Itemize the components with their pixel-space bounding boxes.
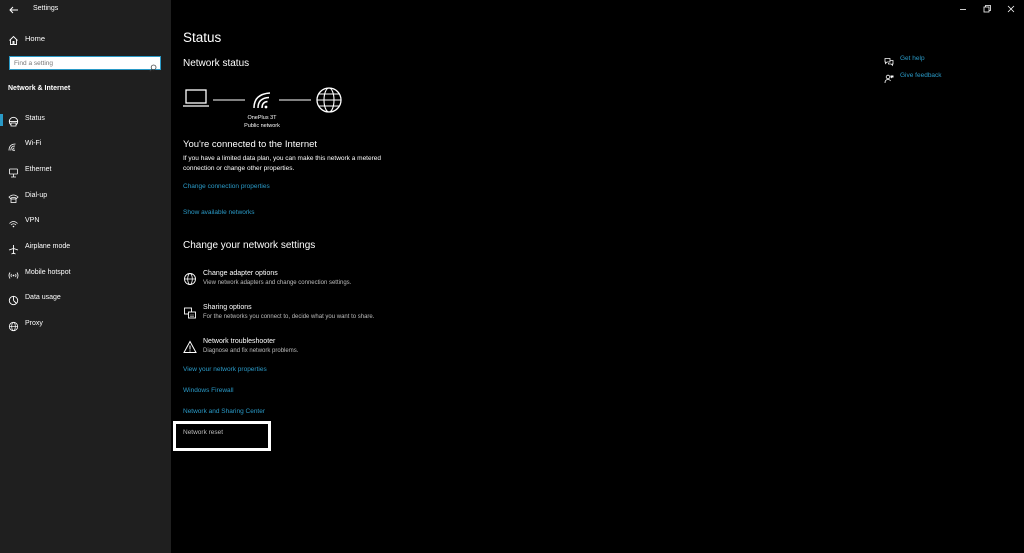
- back-arrow-icon[interactable]: [8, 3, 20, 15]
- sidebar-item-label: Dial-up: [25, 192, 48, 199]
- sidebar-item-data-usage[interactable]: Data usage: [0, 290, 171, 308]
- minimize-icon[interactable]: [956, 2, 970, 14]
- sidebar-item-vpn[interactable]: VPN: [0, 213, 171, 231]
- network-troubleshooter[interactable]: Network troubleshooter Diagnose and fix …: [183, 338, 443, 360]
- sidebar-item-label: Airplane mode: [25, 243, 71, 250]
- feedback-icon: [884, 71, 894, 84]
- wifi-icon: [8, 139, 19, 152]
- data-usage-icon: [8, 293, 19, 306]
- change-adapter-options[interactable]: Change adapter options View network adap…: [183, 270, 443, 292]
- sidebar-item-hotspot[interactable]: Mobile hotspot: [0, 265, 171, 283]
- sidebar-home-label: Home: [25, 34, 46, 43]
- vpn-icon: [8, 216, 19, 228]
- close-icon[interactable]: [1004, 2, 1018, 14]
- warning-icon: [183, 340, 197, 354]
- change-connection-properties-link[interactable]: Change connection properties: [183, 183, 270, 190]
- sidebar-item-label: Mobile hotspot: [25, 269, 71, 276]
- sidebar-item-label: VPN: [25, 217, 40, 224]
- search-icon[interactable]: [149, 59, 157, 72]
- home-icon: [8, 33, 19, 45]
- connected-title: You're connected to the Internet: [183, 139, 318, 150]
- page-title: Status: [183, 30, 222, 45]
- ethernet-icon: [8, 165, 19, 178]
- network-sharing-center-link[interactable]: Network and Sharing Center: [183, 408, 265, 415]
- airplane-icon: [8, 242, 19, 255]
- sidebar-item-dialup[interactable]: Dial-up: [0, 188, 171, 206]
- option-description: Diagnose and fix network problems.: [203, 348, 299, 354]
- laptop-icon: [183, 89, 209, 107]
- restore-icon[interactable]: [980, 2, 994, 14]
- option-description: View network adapters and change connect…: [203, 280, 352, 286]
- sharing-icon: [183, 306, 197, 320]
- hotspot-icon: [8, 268, 19, 279]
- network-label: OnePlus 3T Public network: [232, 114, 292, 130]
- chat-help-icon: [884, 54, 894, 67]
- sidebar-home[interactable]: Home: [0, 30, 171, 48]
- search-box[interactable]: [9, 56, 161, 72]
- network-type: Public network: [244, 123, 280, 129]
- sidebar: Settings Home Network & Internet Status …: [0, 0, 171, 553]
- sidebar-item-label: Wi-Fi: [25, 140, 42, 147]
- change-settings-heading: Change your network settings: [183, 240, 316, 251]
- view-network-properties-link[interactable]: View your network properties: [183, 366, 267, 373]
- highlight-box: [173, 421, 271, 451]
- sidebar-item-airplane[interactable]: Airplane mode: [0, 239, 171, 257]
- sidebar-item-label: Proxy: [25, 320, 43, 327]
- sidebar-item-label: Data usage: [25, 294, 61, 301]
- sidebar-item-ethernet[interactable]: Ethernet: [0, 162, 171, 180]
- sharing-options[interactable]: Sharing options For the networks you con…: [183, 304, 443, 326]
- option-description: For the networks you connect to, decide …: [203, 314, 375, 320]
- give-feedback-link[interactable]: Give feedback: [884, 71, 964, 84]
- get-help-label: Get help: [900, 55, 925, 62]
- show-available-networks-link[interactable]: Show available networks: [183, 209, 255, 216]
- section-title: Network & Internet: [8, 85, 71, 92]
- globe-icon: [316, 87, 342, 113]
- connected-description: If you have a limited data plan, you can…: [183, 155, 381, 172]
- get-help-link[interactable]: Get help: [884, 54, 964, 67]
- network-reset-link[interactable]: Network reset: [183, 429, 223, 436]
- sidebar-item-label: Status: [25, 115, 45, 122]
- sidebar-item-wifi[interactable]: Wi-Fi: [0, 136, 171, 154]
- sidebar-item-proxy[interactable]: Proxy: [0, 316, 171, 334]
- sidebar-item-label: Ethernet: [25, 166, 52, 173]
- wifi-signal-icon: [253, 92, 271, 109]
- option-title: Network troubleshooter: [203, 338, 276, 345]
- sidebar-item-status[interactable]: Status: [0, 111, 171, 129]
- network-diagram: [183, 87, 342, 113]
- proxy-icon: [8, 319, 19, 332]
- dialup-icon: [8, 191, 19, 203]
- network-status-heading: Network status: [183, 58, 250, 69]
- give-feedback-label: Give feedback: [900, 72, 942, 79]
- network-name: OnePlus 3T: [247, 115, 277, 121]
- app-title: Settings: [33, 5, 59, 12]
- windows-firewall-link[interactable]: Windows Firewall: [183, 387, 234, 394]
- adapter-icon: [183, 272, 197, 286]
- search-input[interactable]: [14, 57, 142, 69]
- status-icon: [8, 114, 19, 127]
- option-title: Sharing options: [203, 304, 252, 311]
- option-title: Change adapter options: [203, 270, 278, 277]
